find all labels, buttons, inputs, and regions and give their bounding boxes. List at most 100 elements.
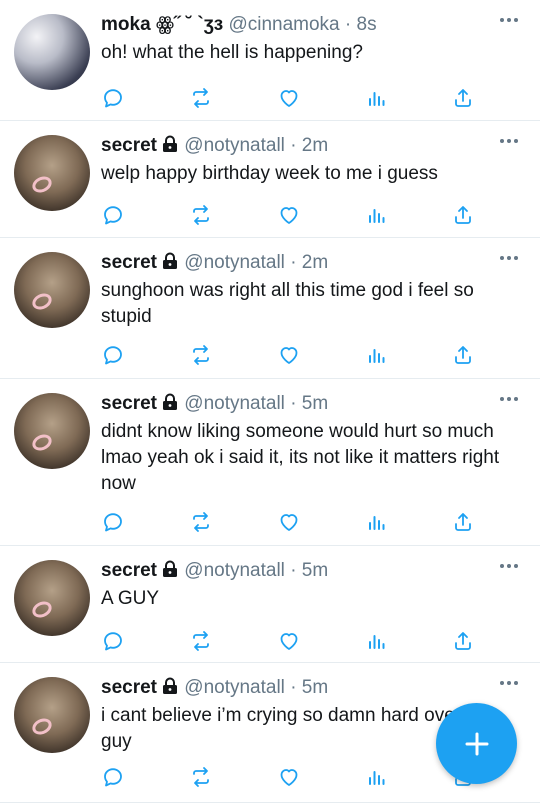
- retweet-icon: [193, 767, 209, 787]
- display-name[interactable]: moka ꙮ˝ ˘ `ʒɜ: [101, 14, 223, 35]
- tweet-text: sunghoon was right all this time god i f…: [101, 280, 480, 327]
- retweet-icon: [193, 512, 209, 532]
- analytics-button[interactable]: [365, 203, 391, 229]
- reply-icon: [104, 632, 122, 651]
- analytics-button[interactable]: [365, 510, 391, 536]
- reply-icon: [104, 206, 122, 225]
- retweet-button[interactable]: [189, 343, 215, 369]
- reply-button[interactable]: [101, 343, 127, 369]
- retweet-icon: [193, 88, 209, 108]
- tweet-header: secret @notynatall · 5m: [101, 558, 328, 584]
- lock-icon: [163, 252, 177, 269]
- like-button[interactable]: [277, 203, 303, 229]
- tweet-header: moka ꙮ˝ ˘ `ʒɜ @cinnamoka · 8s: [101, 12, 377, 38]
- more-options-icon[interactable]: [498, 560, 520, 572]
- avatar[interactable]: [14, 135, 90, 211]
- like-button[interactable]: [277, 765, 303, 791]
- share-icon: [455, 513, 471, 531]
- tweet-header: secret @notynatall · 5m: [101, 391, 328, 417]
- timestamp[interactable]: 2m: [302, 135, 328, 156]
- plus-icon: [465, 732, 488, 755]
- avatar[interactable]: [14, 252, 90, 328]
- analytics-icon: [369, 516, 385, 530]
- reply-icon: [104, 768, 122, 787]
- tweet[interactable]: secret @notynatall · 2m sunghoon was righ…: [0, 238, 540, 379]
- retweet-icon: [193, 205, 209, 225]
- reply-button[interactable]: [101, 203, 127, 229]
- handle[interactable]: @notynatall: [184, 393, 285, 414]
- share-button[interactable]: [451, 629, 477, 655]
- compose-tweet-button[interactable]: [436, 703, 517, 784]
- display-name[interactable]: secret: [101, 677, 157, 698]
- separator: ·: [290, 677, 297, 698]
- analytics-button[interactable]: [365, 765, 391, 791]
- retweet-button[interactable]: [189, 510, 215, 536]
- avatar[interactable]: [14, 677, 90, 753]
- avatar[interactable]: [14, 14, 90, 90]
- display-name[interactable]: secret: [101, 393, 157, 414]
- lock-icon: [163, 677, 177, 694]
- avatar[interactable]: [14, 393, 90, 469]
- avatar[interactable]: [14, 560, 90, 636]
- lock-icon: [163, 135, 177, 152]
- more-options-icon[interactable]: [498, 14, 520, 26]
- reply-button[interactable]: [101, 629, 127, 655]
- heart-icon: [280, 207, 298, 224]
- lock-icon: [163, 393, 177, 410]
- share-icon: [455, 632, 471, 650]
- timestamp[interactable]: 5m: [302, 677, 328, 698]
- retweet-button[interactable]: [189, 765, 215, 791]
- share-button[interactable]: [451, 343, 477, 369]
- separator: ·: [290, 560, 297, 581]
- heart-icon: [280, 514, 298, 531]
- analytics-button[interactable]: [365, 343, 391, 369]
- tweet[interactable]: secret @notynatall · 5m didnt know liking…: [0, 379, 540, 546]
- share-icon: [455, 346, 471, 364]
- analytics-icon: [369, 635, 385, 649]
- reply-button[interactable]: [101, 510, 127, 536]
- more-options-icon[interactable]: [498, 677, 520, 689]
- reply-button[interactable]: [101, 765, 127, 791]
- tweet-actions: [101, 86, 481, 112]
- display-name[interactable]: secret: [101, 135, 157, 156]
- reply-icon: [104, 89, 122, 108]
- retweet-button[interactable]: [189, 203, 215, 229]
- like-button[interactable]: [277, 510, 303, 536]
- tweet[interactable]: secret @notynatall · 2m welp happy birthd…: [0, 121, 540, 238]
- separator: ·: [290, 393, 297, 414]
- handle[interactable]: @cinnamoka: [228, 14, 339, 35]
- tweet-text: A GUY: [101, 588, 160, 609]
- analytics-button[interactable]: [365, 86, 391, 112]
- more-options-icon[interactable]: [498, 252, 520, 264]
- retweet-button[interactable]: [189, 629, 215, 655]
- display-name[interactable]: secret: [101, 560, 157, 581]
- tweet[interactable]: secret @notynatall · 5m A GUY: [0, 546, 540, 663]
- reply-icon: [104, 513, 122, 532]
- handle[interactable]: @notynatall: [184, 252, 285, 273]
- tweet[interactable]: moka ꙮ˝ ˘ `ʒɜ @cinnamoka · 8s oh! what th…: [0, 0, 540, 121]
- more-options-icon[interactable]: [498, 393, 520, 405]
- share-icon: [455, 206, 471, 224]
- more-options-icon[interactable]: [498, 135, 520, 147]
- timestamp[interactable]: 2m: [302, 252, 328, 273]
- like-button[interactable]: [277, 629, 303, 655]
- like-button[interactable]: [277, 343, 303, 369]
- timestamp[interactable]: 5m: [302, 393, 328, 414]
- like-button[interactable]: [277, 86, 303, 112]
- timestamp[interactable]: 5m: [302, 560, 328, 581]
- analytics-button[interactable]: [365, 629, 391, 655]
- handle[interactable]: @notynatall: [184, 560, 285, 581]
- share-button[interactable]: [451, 510, 477, 536]
- analytics-icon: [369, 349, 385, 363]
- display-name[interactable]: secret: [101, 252, 157, 273]
- retweet-button[interactable]: [189, 86, 215, 112]
- separator: ·: [290, 135, 297, 156]
- handle[interactable]: @notynatall: [184, 135, 285, 156]
- analytics-icon: [369, 771, 385, 785]
- timestamp[interactable]: 8s: [357, 14, 377, 35]
- share-button[interactable]: [451, 203, 477, 229]
- share-button[interactable]: [451, 86, 477, 112]
- handle[interactable]: @notynatall: [184, 677, 285, 698]
- reply-button[interactable]: [101, 86, 127, 112]
- retweet-icon: [193, 631, 209, 651]
